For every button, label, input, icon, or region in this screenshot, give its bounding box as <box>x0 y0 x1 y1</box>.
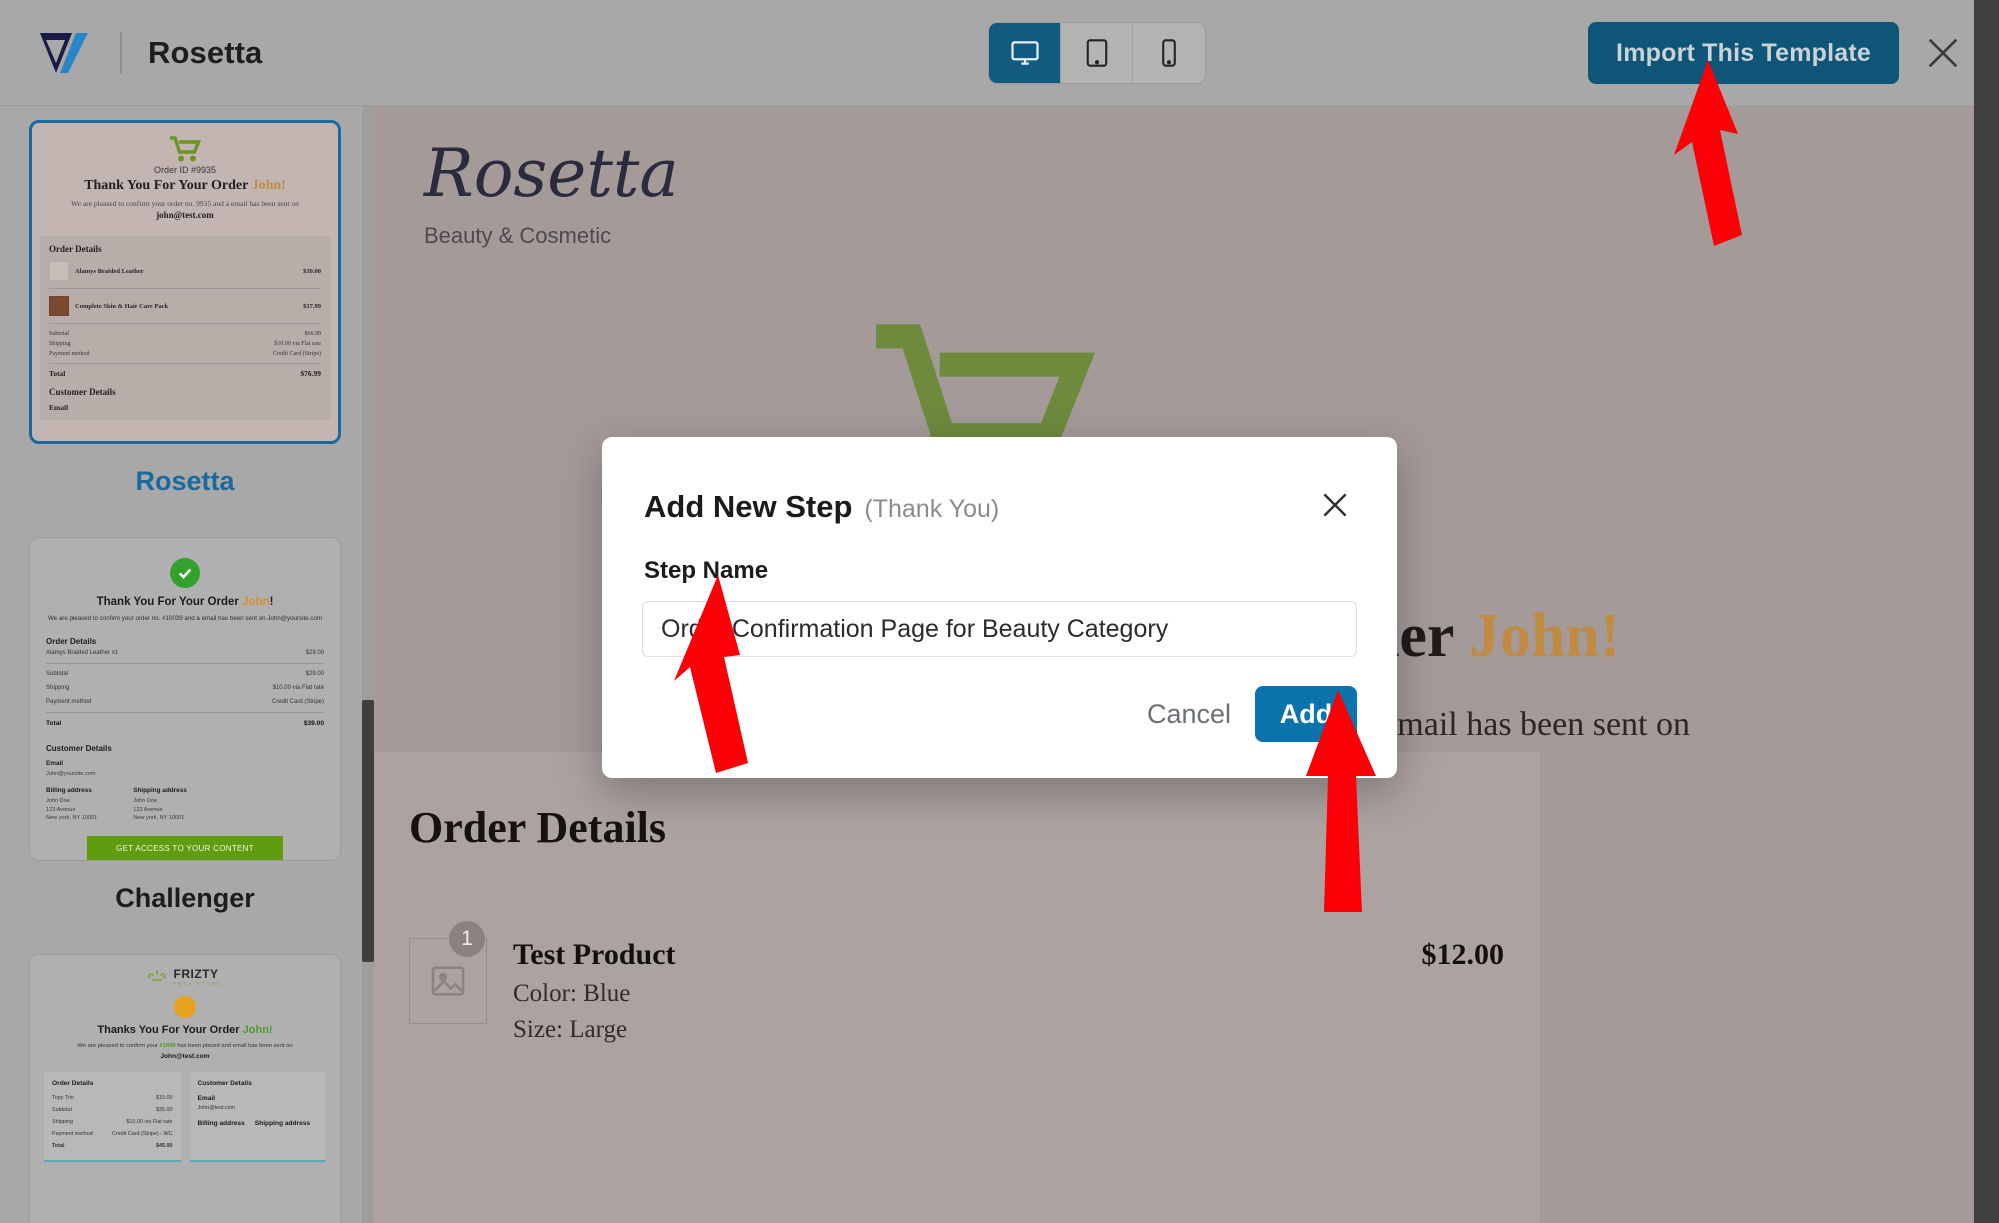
add-new-step-modal: Add New Step (Thank You) Step Name Cance… <box>602 437 1397 778</box>
cancel-button[interactable]: Cancel <box>1147 699 1231 730</box>
step-name-label: Step Name <box>644 557 769 584</box>
modal-title-row: Add New Step (Thank You) <box>602 437 1397 525</box>
modal-actions: Cancel Add <box>1147 686 1357 742</box>
step-name-input[interactable] <box>642 601 1357 657</box>
add-button[interactable]: Add <box>1255 686 1357 742</box>
modal-subtitle: (Thank You) <box>864 495 1000 523</box>
close-icon[interactable] <box>1313 483 1357 527</box>
modal-title: Add New Step <box>644 489 853 524</box>
modal-overlay: Add New Step (Thank You) Step Name Cance… <box>0 0 1999 1223</box>
